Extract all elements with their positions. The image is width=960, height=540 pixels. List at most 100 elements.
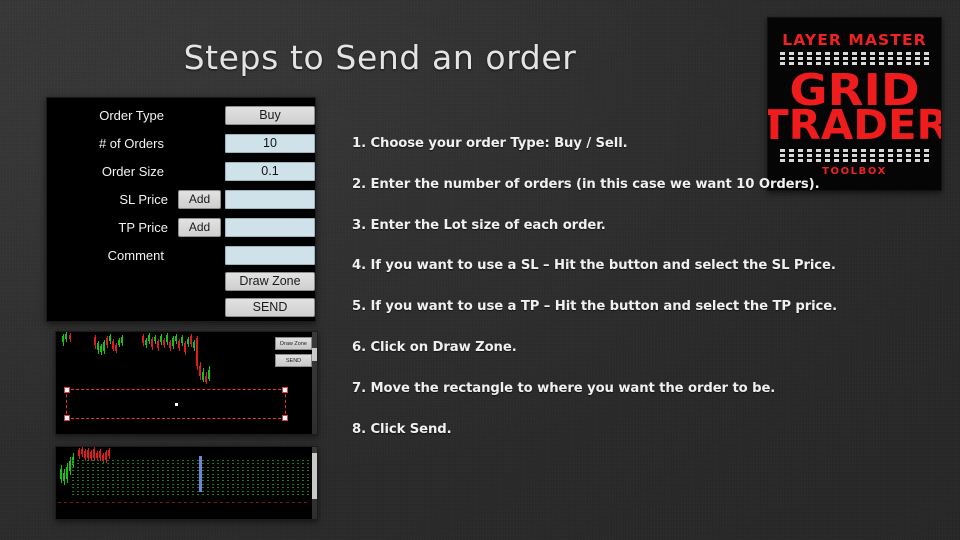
logo-dash-line: [779, 159, 930, 163]
vertical-marker-line: [199, 456, 202, 492]
candle: [190, 334, 192, 347]
candle: [184, 341, 186, 355]
candle: [112, 339, 114, 351]
candle: [63, 469, 65, 485]
comment-input[interactable]: [225, 245, 315, 265]
price-level-line: [58, 502, 310, 503]
order-entry-panel: Order Type Buy # of Orders 10 Order Size…: [46, 97, 316, 322]
candle: [115, 343, 117, 353]
draw-zone-button[interactable]: Draw Zone: [225, 271, 315, 291]
zone-handle[interactable]: [282, 415, 288, 421]
steps-list: 1. Choose your order Type: Buy / Sell. 2…: [352, 136, 837, 462]
candle: [109, 334, 111, 344]
logo-dash-line: [779, 52, 930, 55]
candle: [169, 340, 171, 351]
step-item: 7. Move the rectangle to where you want …: [352, 380, 776, 396]
sl-add-button[interactable]: Add: [178, 189, 221, 209]
form-row-send: SEND: [47, 296, 315, 318]
label-comment: Comment: [107, 247, 164, 263]
form-row-tp-price: TP Price Add: [47, 216, 315, 238]
pending-order-line: [72, 487, 310, 489]
chart-scrollbar[interactable]: [312, 447, 317, 519]
candle: [172, 336, 174, 349]
candle: [69, 457, 71, 475]
candle: [202, 368, 204, 382]
chart-scrollbar-thumb[interactable]: [312, 348, 317, 361]
candle: [108, 448, 110, 459]
candle: [142, 334, 144, 346]
chart-with-pending-grid[interactable]: [55, 446, 318, 520]
candle: [157, 339, 159, 351]
draw-zone-rectangle[interactable]: [64, 387, 288, 421]
pending-order-line: [72, 494, 310, 495]
form-row-comment: Comment: [47, 244, 315, 266]
candle: [175, 334, 177, 344]
pending-order-line: [72, 480, 310, 482]
candle: [106, 336, 108, 348]
candle: [103, 340, 105, 354]
chart-send-button[interactable]: SEND: [275, 354, 312, 367]
logo-dash-line: [779, 149, 930, 153]
candle: [163, 338, 165, 348]
step-item: 6. Click on Draw Zone.: [352, 339, 517, 355]
candle: [93, 447, 95, 461]
label-order-type: Order Type: [99, 107, 164, 123]
candle: [145, 338, 147, 348]
candle: [151, 337, 153, 350]
pending-order-line: [72, 477, 310, 478]
label-num-orders: # of Orders: [98, 135, 164, 151]
candle: [187, 337, 189, 347]
candle: [69, 333, 71, 342]
candle: [78, 448, 80, 459]
logo-main-text: GRID TRADER: [768, 69, 941, 146]
logo-dash-line: [779, 57, 930, 60]
pending-order-line: [72, 460, 310, 461]
zone-handle[interactable]: [282, 387, 288, 393]
step-item: 8. Click Send.: [352, 421, 452, 437]
form-row-order-size: Order Size 0.1: [47, 160, 315, 182]
form-row-num-orders: # of Orders 10: [47, 132, 315, 154]
order-type-button[interactable]: Buy: [225, 105, 315, 125]
candle: [181, 335, 183, 346]
candle: [81, 447, 83, 457]
logo-bottom-text: TOOLBOX: [822, 166, 887, 178]
candle: [166, 333, 168, 345]
chart-scrollbar-thumb[interactable]: [312, 453, 317, 499]
order-size-input[interactable]: 0.1: [225, 161, 315, 181]
candle: [94, 335, 96, 349]
step-item: 2. Enter the number of orders (in this c…: [352, 176, 820, 192]
candle: [60, 465, 62, 483]
logo-top-text: LAYER MASTER: [782, 31, 927, 49]
candle: [205, 372, 207, 384]
candle: [199, 362, 201, 380]
zone-handle[interactable]: [64, 387, 70, 393]
form-row-draw-zone: Draw Zone: [47, 270, 315, 292]
candle: [154, 335, 156, 344]
step-item: 4. If you want to use a SL – Hit the but…: [352, 258, 836, 274]
label-sl-price: SL Price: [119, 191, 168, 207]
pending-order-line: [72, 490, 310, 492]
pending-order-line: [72, 470, 310, 472]
sl-price-input[interactable]: [225, 189, 315, 209]
candle: [118, 338, 120, 347]
pending-order-line: [72, 466, 310, 468]
zone-center-handle[interactable]: [174, 402, 178, 406]
chart-scrollbar[interactable]: [312, 332, 317, 434]
logo-dash-line: [779, 154, 930, 158]
tp-price-input[interactable]: [225, 217, 315, 237]
zone-handle[interactable]: [64, 415, 70, 421]
pending-order-line: [72, 473, 310, 475]
tp-add-button[interactable]: Add: [178, 217, 221, 237]
chart-draw-zone-button[interactable]: Draw Zone: [275, 337, 312, 350]
send-button[interactable]: SEND: [225, 297, 315, 317]
candle: [121, 335, 123, 346]
chart-with-draw-zone[interactable]: Draw Zone SEND: [55, 331, 318, 435]
num-orders-input[interactable]: 10: [225, 133, 315, 153]
candle: [100, 344, 102, 355]
label-order-size: Order Size: [101, 163, 164, 179]
candle: [178, 339, 180, 351]
candle: [196, 336, 198, 370]
